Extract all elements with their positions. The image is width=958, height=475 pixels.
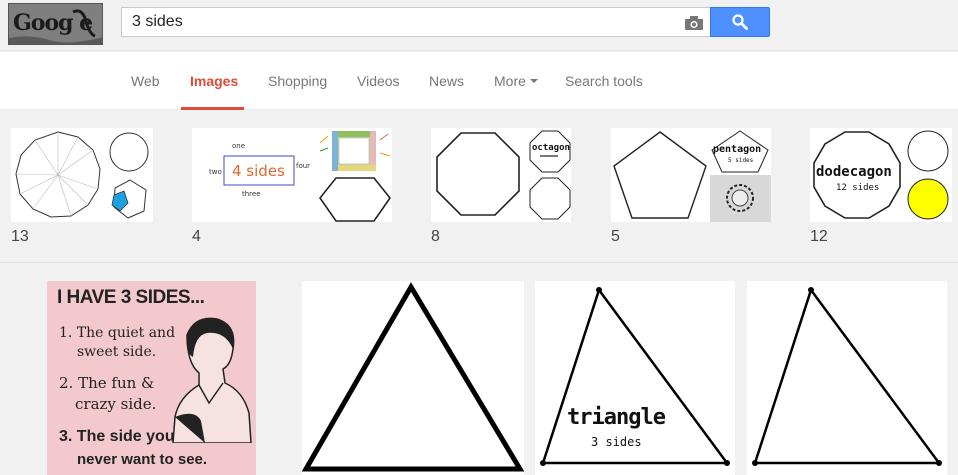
poster-line-3: 2. The fun & [59,374,155,392]
active-tab-indicator [181,107,244,110]
tab-news[interactable]: News [429,73,464,89]
pentagon-thumb [613,131,707,219]
thumb-label-octagon: octagon [532,143,570,153]
google-doodle-logo[interactable]: Goog e [8,3,103,45]
octagon-thumb [436,132,520,216]
thumb-label-12-sides: 12 sides [836,183,879,193]
poster-line-1: 1. The quiet and [59,325,176,341]
image-result-triangle-outline[interactable] [747,281,947,475]
tab-shopping[interactable]: Shopping [268,73,327,89]
triangle-label: triangle [567,405,666,430]
triangle-outline-image [752,287,942,466]
related-card-12[interactable]: dodecagon 12 sides [810,128,952,222]
tab-more-label: More [494,73,526,89]
four-sides-thumb: 4 sides one two four three [209,142,310,198]
related-searches-row: 13 4 sides one two four three 4 octagon … [0,111,958,263]
related-card-8[interactable]: octagon [431,128,571,222]
search-tools-button[interactable]: Search tools [565,73,643,89]
octagon-outline-thumb [529,177,571,220]
thumb-label-5-sides: 5 sides [728,157,754,164]
triangle-sublabel: 3 sides [591,435,642,449]
camera-icon[interactable] [685,16,703,30]
octagon-labeled-thumb: octagon [529,130,571,173]
related-card-4[interactable]: 4 sides one two four three [192,128,392,222]
diamond-thumb [319,177,391,222]
image-result-triangle-bold[interactable] [302,281,524,475]
thumb-label-two: two [209,168,222,176]
thumb-label-4-sides: 4 sides [232,162,285,180]
logo-text: Goog e [13,10,93,36]
triangle-bold-image [302,282,524,472]
thumb-label-four: four [296,162,310,170]
thumb-label-pentagon: pentagon [713,144,761,155]
search-button[interactable] [710,7,770,37]
thumb-label-dodecagon: dodecagon [816,164,892,180]
image-result-poster[interactable]: I HAVE 3 SIDES... 1. The quiet and sweet… [47,281,256,475]
poster-line-6: never want to see. [77,451,208,468]
tridecagon-thumb [15,131,101,218]
poster-line-4: crazy side. [75,395,157,413]
dodecahedron-thumb [111,179,147,219]
pentagon-labeled-thumb: pentagon 5 sides [711,130,769,173]
pentagon-pattern-thumb [710,175,771,222]
yellow-circle-thumb [907,178,949,220]
related-count-8[interactable]: 8 [431,228,440,246]
magnifier-icon [732,14,748,30]
circle-thumb [109,132,149,172]
tab-images[interactable]: Images [190,73,238,89]
poster-line-2: sweet side. [77,344,157,360]
chevron-down-icon [529,79,538,84]
related-count-4[interactable]: 4 [192,228,201,246]
search-nav: Web Images Shopping Videos News More Sea… [0,52,958,110]
tab-more[interactable]: More [494,73,538,89]
image-results-grid: I HAVE 3 SIDES... 1. The quiet and sweet… [0,264,958,475]
poster-line-5: 3. The side you [59,428,175,445]
related-card-13[interactable] [11,128,153,222]
related-count-13[interactable]: 13 [11,228,29,246]
circle-outline-thumb [907,130,949,172]
vintage-woman-illustration [172,317,252,443]
colored-frame-thumb [319,131,391,171]
related-count-12[interactable]: 12 [810,228,828,246]
dodecagon-thumb: dodecagon 12 sides [813,131,901,219]
header-bar: Goog e [0,0,958,51]
search-box[interactable] [121,7,711,37]
thumb-label-three: three [242,190,261,198]
related-card-5[interactable]: pentagon 5 sides [611,128,771,222]
image-result-triangle-labeled[interactable]: triangle 3 sides [535,281,735,475]
tab-videos[interactable]: Videos [357,73,400,89]
poster-heading: I HAVE 3 SIDES... [57,287,205,308]
tab-web[interactable]: Web [131,73,160,89]
search-input[interactable] [132,12,672,32]
thumb-label-one: one [232,142,245,150]
related-count-5[interactable]: 5 [611,228,620,246]
